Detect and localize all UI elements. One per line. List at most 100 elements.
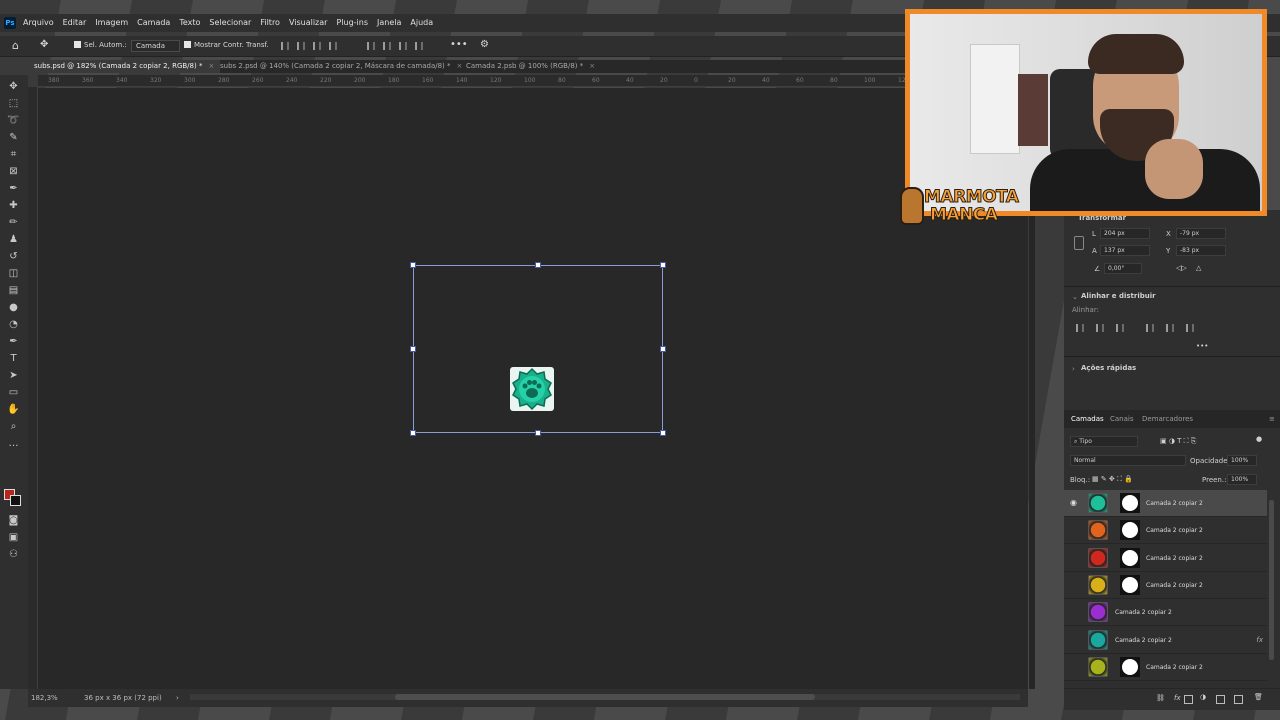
menu-item-ajuda[interactable]: Ajuda bbox=[410, 18, 433, 27]
transform-handle-bottom-right[interactable] bbox=[660, 430, 666, 436]
fx-icon[interactable]: fx bbox=[1174, 694, 1181, 702]
visibility-eye-icon[interactable] bbox=[1070, 636, 1080, 644]
visibility-eye-icon[interactable] bbox=[1070, 554, 1080, 562]
quick-actions-title[interactable]: Ações rápidas bbox=[1081, 364, 1136, 372]
transform-handle-right[interactable] bbox=[660, 346, 666, 352]
filter-icons[interactable]: ▣ ◑ T ⛶ ⎘ bbox=[1160, 437, 1196, 446]
menu-item-visualizar[interactable]: Visualizar bbox=[289, 18, 328, 27]
gear-icon[interactable]: ⚙ bbox=[480, 39, 489, 50]
layer-row[interactable]: ◉ Camada 2 copiar 2 bbox=[1064, 490, 1267, 517]
horizontal-scrollbar[interactable] bbox=[190, 694, 1020, 700]
auto-select-dropdown[interactable]: Camada bbox=[131, 40, 181, 52]
menu-item-editar[interactable]: Editar bbox=[63, 18, 87, 27]
lasso-tool-icon[interactable]: ➰ bbox=[7, 115, 20, 126]
more-options-icon[interactable]: ••• bbox=[1196, 342, 1208, 350]
align-bottom-edges-icon[interactable] bbox=[1186, 324, 1194, 332]
gradient-tool-icon[interactable]: ▤ bbox=[7, 285, 20, 296]
transform-handle-bottom-left[interactable] bbox=[410, 430, 416, 436]
flip-horizontal-icon[interactable]: ◁▷ bbox=[1176, 264, 1187, 272]
tab-layers[interactable]: Camadas bbox=[1071, 415, 1104, 423]
align-left-edges-icon[interactable] bbox=[1076, 324, 1084, 332]
close-icon[interactable]: × bbox=[589, 62, 595, 70]
align-left-icon[interactable] bbox=[281, 42, 289, 50]
align-right-icon[interactable] bbox=[313, 42, 321, 50]
menu-item-plug-ins[interactable]: Plug-ins bbox=[336, 18, 368, 27]
layers-scrollbar[interactable] bbox=[1269, 500, 1274, 660]
align-buttons-group[interactable] bbox=[281, 42, 337, 50]
home-icon[interactable]: ⌂ bbox=[12, 39, 19, 52]
align-distribute-icon[interactable] bbox=[329, 42, 337, 50]
paw-badge-image[interactable] bbox=[510, 367, 554, 411]
panel-align-buttons[interactable] bbox=[1076, 324, 1194, 332]
align-middle-icon[interactable] bbox=[383, 42, 391, 50]
background-color-swatch[interactable] bbox=[10, 495, 21, 506]
blend-mode-dropdown[interactable]: Normal bbox=[1070, 455, 1186, 466]
panel-menu-icon[interactable]: ≡ bbox=[1269, 415, 1275, 423]
layer-row[interactable]: Camada 2 copiar 2 bbox=[1064, 517, 1267, 545]
link-layers-icon[interactable]: ⛓ bbox=[1156, 694, 1165, 702]
quick-select-tool-icon[interactable]: ✎ bbox=[7, 132, 20, 143]
layer-mask-thumbnail[interactable] bbox=[1120, 520, 1140, 541]
transform-handle-top-left[interactable] bbox=[410, 262, 416, 268]
layer-row[interactable]: Camada 2 copiar 2 bbox=[1064, 572, 1267, 599]
text-tool-icon[interactable]: T bbox=[7, 353, 20, 364]
layer-row[interactable]: Camada 2 copiar 2 bbox=[1064, 545, 1267, 572]
visibility-eye-icon[interactable] bbox=[1070, 663, 1080, 671]
hand-tool-icon[interactable]: ✋ bbox=[7, 404, 20, 415]
angle-field[interactable]: 0,00° bbox=[1104, 263, 1142, 274]
align-right-edges-icon[interactable] bbox=[1116, 324, 1124, 332]
height-field[interactable]: 137 px bbox=[1100, 245, 1150, 256]
move-tool-icon[interactable]: ✥ bbox=[7, 81, 20, 92]
y-field[interactable]: -83 px bbox=[1176, 245, 1226, 256]
visibility-eye-icon[interactable] bbox=[1070, 581, 1080, 589]
tab-channels[interactable]: Canais bbox=[1110, 415, 1134, 423]
new-layer-icon[interactable] bbox=[1234, 695, 1243, 704]
transform-handle-top-right[interactable] bbox=[660, 262, 666, 268]
width-field[interactable]: 204 px bbox=[1100, 228, 1150, 239]
menu-item-janela[interactable]: Janela bbox=[377, 18, 401, 27]
tab-camada-2-psb[interactable]: Camada 2.psb @ 100% (RGB/8) * × bbox=[460, 60, 601, 73]
align-bottom-icon[interactable] bbox=[399, 42, 407, 50]
align-top-icon[interactable] bbox=[367, 42, 375, 50]
marquee-tool-icon[interactable]: ⬚ bbox=[7, 98, 20, 109]
pen-tool-icon[interactable]: ✒ bbox=[7, 336, 20, 347]
zoom-level[interactable]: 182,3% bbox=[31, 694, 58, 702]
menu-item-selecionar[interactable]: Selecionar bbox=[209, 18, 251, 27]
screen-mode-icon[interactable]: ▣ bbox=[7, 532, 20, 543]
share-icon[interactable]: ⚇ bbox=[7, 549, 20, 560]
transform-handle-left[interactable] bbox=[410, 346, 416, 352]
visibility-eye-icon[interactable]: ◉ bbox=[1070, 499, 1080, 507]
flip-vertical-icon[interactable]: △ bbox=[1196, 264, 1201, 272]
quick-mask-icon[interactable]: ◙ bbox=[7, 515, 20, 526]
menu-item-camada[interactable]: Camada bbox=[137, 18, 170, 27]
link-icon[interactable] bbox=[1074, 236, 1084, 250]
zoom-tool-icon[interactable]: ⌕ bbox=[7, 421, 20, 432]
history-brush-tool-icon[interactable]: ↺ bbox=[7, 251, 20, 262]
distribute-vertical-icon[interactable] bbox=[415, 42, 423, 50]
eraser-tool-icon[interactable]: ◫ bbox=[7, 268, 20, 279]
layer-effects-icon[interactable]: fx bbox=[1256, 636, 1263, 644]
menu-item-arquivo[interactable]: Arquivo bbox=[23, 18, 54, 27]
filter-toggle-icon[interactable]: ● bbox=[1256, 435, 1262, 443]
transform-handle-bottom[interactable] bbox=[535, 430, 541, 436]
visibility-eye-icon[interactable] bbox=[1070, 608, 1080, 616]
chevron-down-icon[interactable]: ⌄ bbox=[1072, 293, 1078, 301]
layer-mask-thumbnail[interactable] bbox=[1120, 493, 1140, 513]
layer-mask-thumbnail[interactable] bbox=[1120, 656, 1140, 677]
layer-mask-thumbnail[interactable] bbox=[1120, 574, 1140, 595]
menu-item-imagem[interactable]: Imagem bbox=[95, 18, 128, 27]
show-transform-checkbox[interactable]: Mostrar Contr. Transf. bbox=[184, 41, 269, 49]
align-vertical-buttons-group[interactable] bbox=[367, 42, 423, 50]
visibility-eye-icon[interactable] bbox=[1070, 526, 1080, 534]
opacity-field[interactable]: 100% bbox=[1227, 455, 1257, 466]
eyedropper-tool-icon[interactable]: ✒ bbox=[7, 183, 20, 194]
align-section-title[interactable]: Alinhar e distribuir bbox=[1081, 292, 1156, 300]
x-field[interactable]: -79 px bbox=[1176, 228, 1226, 239]
tab-subs-psd[interactable]: subs.psd @ 182% (Camada 2 copiar 2, RGB/… bbox=[28, 60, 221, 73]
scroll-thumb[interactable] bbox=[395, 694, 815, 700]
rectangle-tool-icon[interactable]: ▭ bbox=[7, 387, 20, 398]
brush-tool-icon[interactable]: ✏ bbox=[7, 217, 20, 228]
crop-tool-icon[interactable]: ⌗ bbox=[7, 149, 20, 160]
align-vcenter-icon[interactable] bbox=[1166, 324, 1174, 332]
layer-row[interactable]: Camada 2 copiar 2 bbox=[1064, 654, 1267, 681]
